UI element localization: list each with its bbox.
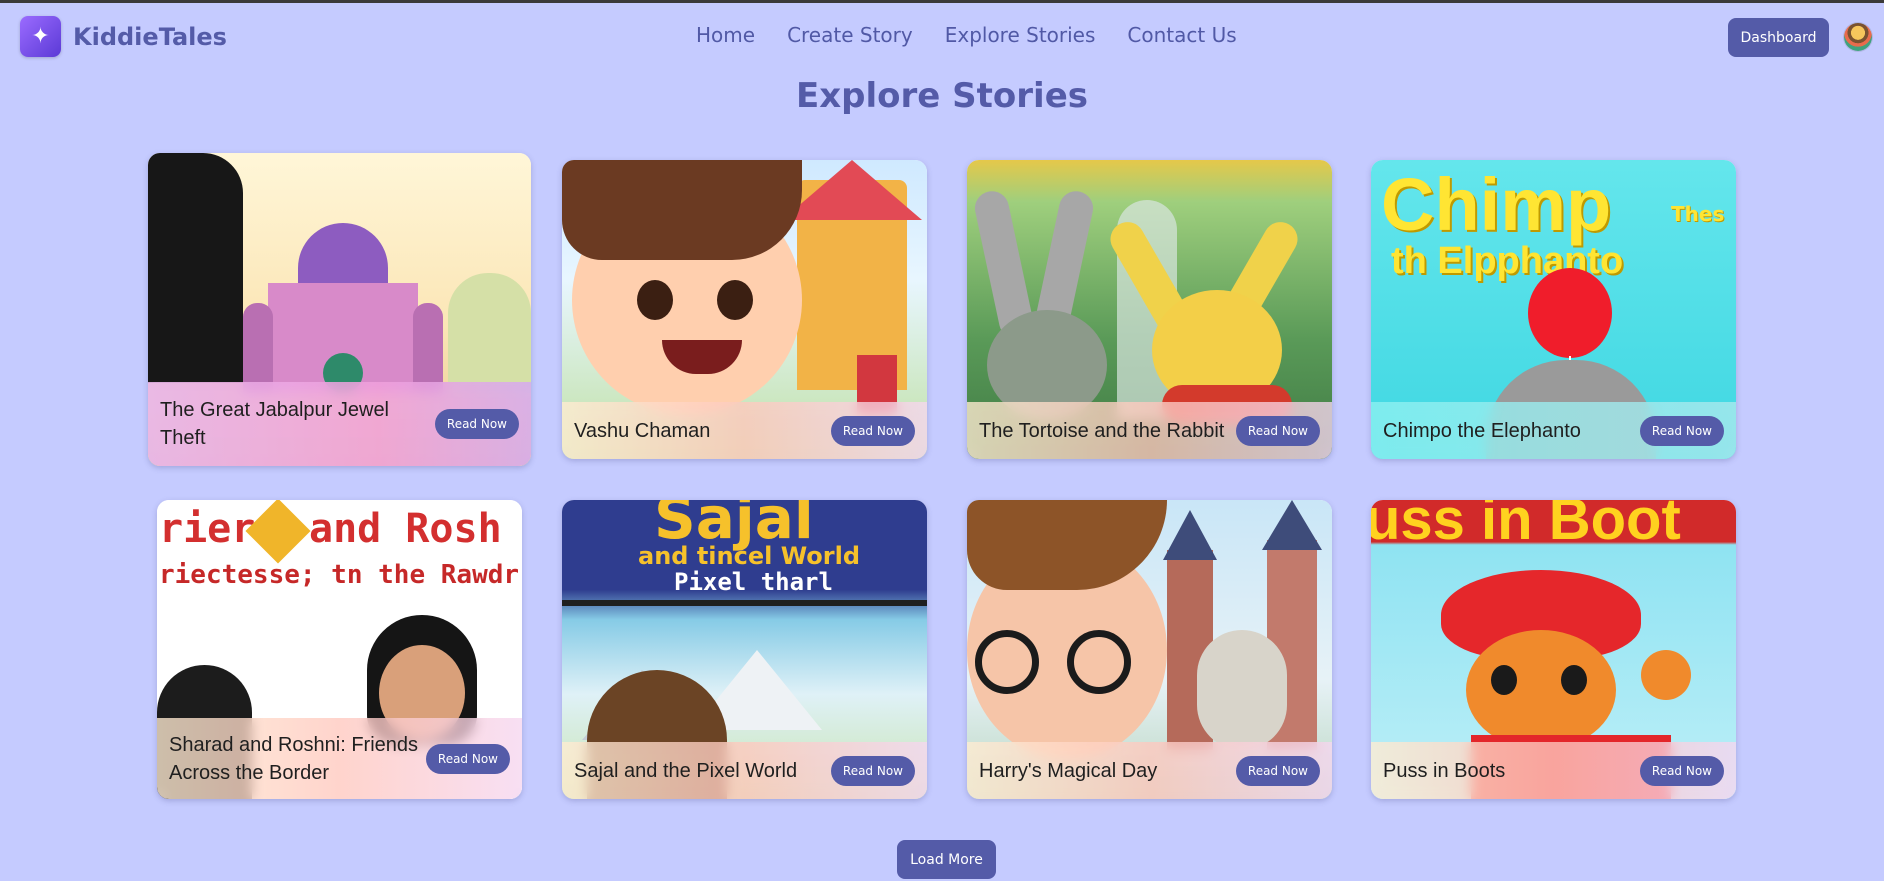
read-now-button[interactable]: Read Now bbox=[1639, 415, 1724, 446]
user-avatar[interactable] bbox=[1844, 23, 1872, 51]
nav-link-explore-stories[interactable]: Explore Stories bbox=[945, 23, 1096, 47]
nav-links: Home Create Story Explore Stories Contac… bbox=[696, 23, 1237, 47]
read-now-button[interactable]: Read Now bbox=[425, 743, 510, 774]
brand-name: KiddieTales bbox=[73, 22, 227, 51]
read-now-button[interactable]: Read Now bbox=[830, 755, 915, 786]
read-now-button[interactable]: Read Now bbox=[1235, 415, 1320, 446]
story-title: The Tortoise and the Rabbit bbox=[979, 419, 1225, 442]
story-title: Sajal and the Pixel World bbox=[574, 759, 798, 782]
nav-link-home[interactable]: Home bbox=[696, 23, 755, 47]
sparkle-icon: ✦ bbox=[20, 16, 61, 57]
dashboard-button[interactable]: Dashboard bbox=[1728, 18, 1829, 57]
cover-art-text: Pixel tharl bbox=[674, 568, 833, 596]
story-title: Sharad and Roshni: Friends Across the Bo… bbox=[169, 733, 419, 784]
story-card[interactable]: uss in Boot Puss in Boots Read Now bbox=[1371, 500, 1736, 799]
story-title: Puss in Boots bbox=[1383, 759, 1506, 782]
card-footer: The Great Jabalpur Jewel Theft Read Now bbox=[148, 382, 531, 466]
story-card[interactable]: Vashu Chaman Read Now bbox=[562, 160, 927, 459]
story-card[interactable]: riera and Rosh riectesse; tn the Rawdr S… bbox=[157, 500, 522, 799]
load-more-button[interactable]: Load More bbox=[897, 840, 996, 879]
read-now-button[interactable]: Read Now bbox=[1235, 755, 1320, 786]
story-title: The Great Jabalpur Jewel Theft bbox=[160, 399, 390, 449]
story-title: Chimpo the Elephanto bbox=[1383, 419, 1581, 442]
card-footer: Sharad and Roshni: Friends Across the Bo… bbox=[157, 718, 522, 799]
read-now-button[interactable]: Read Now bbox=[830, 415, 915, 446]
read-now-button[interactable]: Read Now bbox=[1639, 755, 1724, 786]
story-title: Vashu Chaman bbox=[574, 419, 711, 442]
card-footer: The Tortoise and the Rabbit Read Now bbox=[967, 402, 1332, 459]
story-card[interactable]: The Great Jabalpur Jewel Theft Read Now bbox=[148, 153, 531, 466]
story-card[interactable]: The Tortoise and the Rabbit Read Now bbox=[967, 160, 1332, 459]
card-footer: Vashu Chaman Read Now bbox=[562, 402, 927, 459]
story-title: Harry's Magical Day bbox=[979, 759, 1158, 782]
nav-link-create-story[interactable]: Create Story bbox=[787, 23, 913, 47]
story-card[interactable]: Sajal and tincel World Pixel tharl Sajal… bbox=[562, 500, 927, 799]
card-footer: Harry's Magical Day Read Now bbox=[967, 742, 1332, 799]
cover-art-text: Thes bbox=[1671, 202, 1725, 226]
top-navbar: ✦ KiddieTales Home Create Story Explore … bbox=[0, 3, 1884, 69]
card-footer: Chimpo the Elephanto Read Now bbox=[1371, 402, 1736, 459]
card-footer: Sajal and the Pixel World Read Now bbox=[562, 742, 927, 799]
nav-link-contact-us[interactable]: Contact Us bbox=[1127, 23, 1236, 47]
cover-art-text: riectesse; tn the Rawdr bbox=[159, 560, 520, 590]
cover-art-text: and tincel World bbox=[638, 542, 861, 570]
page-title: Explore Stories bbox=[796, 76, 1088, 116]
cover-art-text: Chimp bbox=[1381, 163, 1612, 246]
story-card[interactable]: Harry's Magical Day Read Now bbox=[967, 500, 1332, 799]
cover-art-text: and Rosh bbox=[309, 506, 502, 552]
cover-art-text: uss in Boot bbox=[1371, 500, 1681, 552]
read-now-button[interactable]: Read Now bbox=[434, 409, 519, 439]
card-footer: Puss in Boots Read Now bbox=[1371, 742, 1736, 799]
brand-logo[interactable]: ✦ KiddieTales bbox=[20, 16, 227, 57]
story-card[interactable]: Chimp Thes th Elpphanto Chimpo the Eleph… bbox=[1371, 160, 1736, 459]
